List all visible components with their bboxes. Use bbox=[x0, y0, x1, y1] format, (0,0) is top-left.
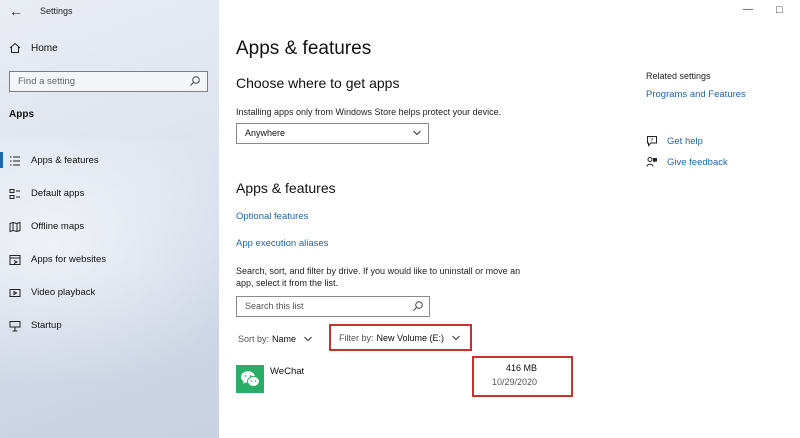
sidebar: ← Settings Home Find a setting Apps Apps… bbox=[0, 0, 219, 438]
page-title: Apps & features bbox=[236, 38, 372, 59]
search-help-line-1: Search, sort, and filter by drive. If yo… bbox=[236, 266, 521, 276]
chevron-down-icon bbox=[304, 336, 312, 342]
related-settings-heading: Related settings bbox=[646, 71, 711, 81]
give-feedback-label: Give feedback bbox=[667, 156, 728, 168]
app-size-highlight: 416 MB 10/29/2020 bbox=[472, 356, 573, 397]
default-apps-icon bbox=[9, 188, 21, 200]
home-label: Home bbox=[31, 42, 58, 54]
app-execution-aliases-link[interactable]: App execution aliases bbox=[236, 238, 328, 249]
map-icon bbox=[9, 221, 21, 233]
app-source-value: Anywhere bbox=[245, 128, 286, 138]
search-list-placeholder: Search this list bbox=[245, 301, 304, 311]
sort-by-dropdown[interactable]: Sort by: Name bbox=[238, 334, 313, 344]
sidebar-item-label: Apps & features bbox=[31, 155, 99, 166]
sidebar-nav: Apps & features Default apps Offline map… bbox=[0, 144, 219, 342]
search-icon[interactable] bbox=[412, 300, 424, 312]
web-app-icon bbox=[9, 254, 21, 266]
section-label-apps: Apps bbox=[9, 109, 34, 120]
app-source-dropdown[interactable]: Anywhere bbox=[236, 123, 429, 144]
sidebar-item-startup[interactable]: Startup bbox=[0, 309, 219, 342]
svg-text:?: ? bbox=[651, 138, 654, 144]
get-help-link[interactable]: ? Get help bbox=[646, 135, 703, 147]
title-bar: ← Settings bbox=[0, 0, 219, 24]
home-nav-item[interactable]: Home bbox=[9, 42, 58, 54]
search-list-input[interactable]: Search this list bbox=[236, 296, 430, 317]
back-arrow-icon[interactable]: ← bbox=[9, 3, 23, 19]
filter-by-dropdown[interactable]: Filter by: New Volume (E:) bbox=[329, 324, 472, 351]
sidebar-item-video-playback[interactable]: Video playback bbox=[0, 276, 219, 309]
sort-by-label: Sort by: bbox=[238, 334, 270, 344]
sidebar-item-apps-for-websites[interactable]: Apps for websites bbox=[0, 243, 219, 276]
sidebar-item-default-apps[interactable]: Default apps bbox=[0, 177, 219, 210]
apps-features-heading: Apps & features bbox=[236, 180, 336, 196]
sidebar-item-label: Default apps bbox=[31, 188, 85, 199]
video-icon bbox=[9, 287, 21, 299]
search-help-line-2: app, select it from the list. bbox=[236, 278, 339, 288]
sidebar-item-label: Apps for websites bbox=[31, 254, 106, 265]
programs-features-link[interactable]: Programs and Features bbox=[646, 89, 746, 100]
get-help-label: Get help bbox=[667, 135, 703, 147]
help-chat-icon: ? bbox=[647, 136, 657, 147]
chevron-down-icon bbox=[413, 130, 421, 136]
wechat-icon bbox=[236, 365, 264, 393]
startup-icon bbox=[9, 320, 21, 332]
sidebar-item-label: Startup bbox=[31, 320, 62, 331]
find-setting-placeholder: Find a setting bbox=[18, 76, 76, 87]
search-icon[interactable] bbox=[189, 75, 201, 87]
app-list-item[interactable]: WeChat 416 MB 10/29/2020 bbox=[236, 356, 576, 398]
sidebar-item-offline-maps[interactable]: Offline maps bbox=[0, 210, 219, 243]
choose-apps-description: Installing apps only from Windows Store … bbox=[236, 107, 502, 117]
find-setting-input[interactable]: Find a setting bbox=[9, 71, 208, 92]
sidebar-item-label: Offline maps bbox=[31, 221, 85, 232]
sidebar-item-label: Video playback bbox=[31, 287, 96, 298]
list-icon bbox=[9, 155, 21, 167]
filter-by-value: New Volume (E:) bbox=[376, 332, 445, 343]
maximize-button[interactable]: □ bbox=[776, 4, 783, 16]
give-feedback-link[interactable]: Give feedback bbox=[646, 156, 728, 168]
chevron-down-icon bbox=[452, 335, 460, 340]
filter-by-label: Filter by: bbox=[339, 332, 374, 343]
minimize-button[interactable]: — bbox=[743, 4, 753, 15]
app-install-date: 10/29/2020 bbox=[491, 377, 537, 387]
app-size: 416 MB bbox=[505, 363, 537, 373]
optional-features-link[interactable]: Optional features bbox=[236, 211, 308, 222]
sidebar-item-apps-features[interactable]: Apps & features bbox=[0, 144, 219, 177]
feedback-icon bbox=[646, 157, 657, 167]
app-name: WeChat bbox=[270, 366, 305, 377]
sort-by-value: Name bbox=[272, 334, 297, 344]
choose-apps-heading: Choose where to get apps bbox=[236, 75, 400, 91]
home-icon bbox=[9, 42, 21, 53]
window-title: Settings bbox=[40, 6, 73, 16]
